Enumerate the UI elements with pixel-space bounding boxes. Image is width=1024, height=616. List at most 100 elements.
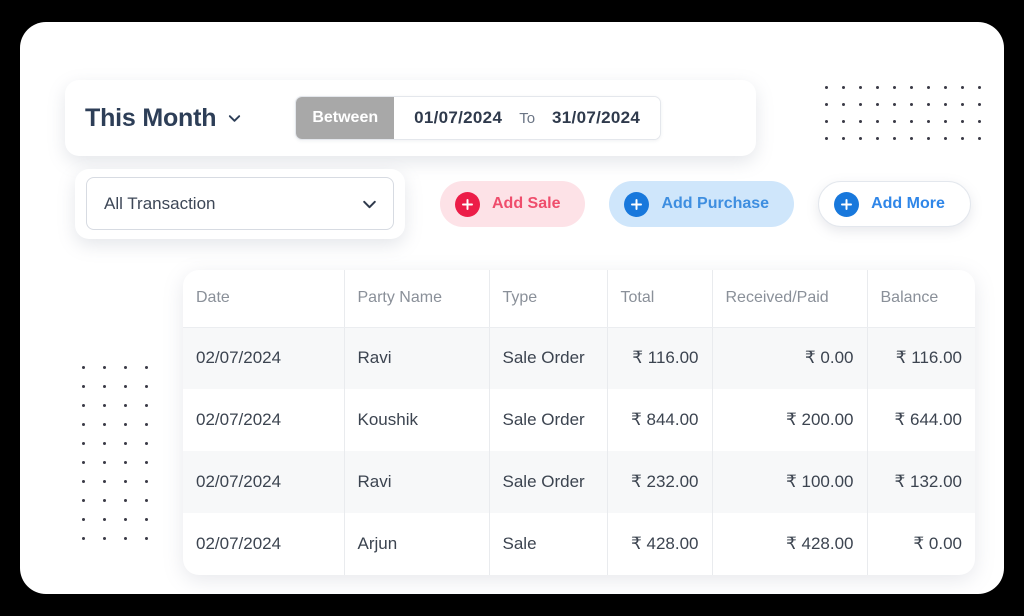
decorative-dot (124, 404, 127, 407)
cell-total: ₹ 428.00 (607, 513, 713, 575)
period-dropdown[interactable]: This Month (79, 100, 248, 137)
decorative-dot (82, 537, 85, 540)
decorative-dot (944, 86, 947, 89)
column-header-received[interactable]: Received/Paid (712, 270, 868, 328)
decorative-dot-grid-top-right (825, 86, 995, 154)
cell-party: Ravi (344, 327, 490, 389)
transactions-table-card: Date Party Name Type Total Received/Paid… (183, 270, 975, 575)
decorative-dot (103, 366, 106, 369)
decorative-dot (82, 366, 85, 369)
plus-circle-icon (624, 191, 650, 217)
cell-balance: ₹ 644.00 (894, 410, 962, 429)
decorative-dot (103, 499, 106, 502)
decorative-dot (876, 103, 879, 106)
cell-received: ₹ 0.00 (712, 327, 868, 389)
decorative-dot (893, 137, 896, 140)
add-more-label: Add More (871, 195, 945, 212)
decorative-dot (825, 120, 828, 123)
column-header-type[interactable]: Type (489, 270, 608, 328)
decorative-dot (124, 442, 127, 445)
table-row[interactable]: 02/07/2024 Koushik Sale Order ₹ 844.00 ₹… (183, 389, 975, 451)
decorative-dot (842, 137, 845, 140)
cell-balance: ₹ 116.00 (867, 327, 975, 389)
add-purchase-label: Add Purchase (661, 195, 770, 212)
column-header-total[interactable]: Total (607, 270, 713, 328)
decorative-dot (82, 423, 85, 426)
decorative-dot (82, 518, 85, 521)
decorative-dot (82, 461, 85, 464)
column-header-date[interactable]: Date (183, 270, 345, 328)
decorative-dot (124, 537, 127, 540)
transactions-table: Date Party Name Type Total Received/Paid… (183, 270, 975, 575)
column-header-party[interactable]: Party Name (344, 270, 490, 328)
chevron-down-icon (361, 196, 376, 211)
decorative-dot (910, 86, 913, 89)
date-from-field[interactable]: 01/07/2024 (414, 108, 502, 128)
column-header-balance[interactable]: Balance (867, 270, 975, 328)
decorative-dot (124, 480, 127, 483)
decorative-dot (103, 423, 106, 426)
cell-received: ₹ 428.00 (712, 513, 868, 575)
decorative-dot (145, 404, 148, 407)
decorative-dot (82, 499, 85, 502)
decorative-dot (145, 461, 148, 464)
decorative-dot (978, 86, 981, 89)
decorative-dot (944, 137, 947, 140)
decorative-dot (961, 137, 964, 140)
table-row[interactable]: 02/07/2024 Ravi Sale Order ₹ 232.00 ₹ 10… (183, 451, 975, 513)
date-filter-panel: This Month Between 01/07/2024 To 31/07/2… (65, 80, 756, 156)
decorative-dot (145, 442, 148, 445)
decorative-dot (124, 461, 127, 464)
cell-type: Sale Order (489, 451, 608, 513)
decorative-dot (825, 103, 828, 106)
cell-balance: ₹ 0.00 (913, 534, 962, 553)
cell-balance: ₹ 132.00 (867, 451, 975, 513)
add-more-button[interactable]: Add More (818, 181, 971, 227)
table-row[interactable]: 02/07/2024 Arjun Sale ₹ 428.00 ₹ 428.00 … (183, 513, 975, 575)
date-range-control[interactable]: Between 01/07/2024 To 31/07/2024 (295, 96, 662, 140)
decorative-dot (842, 86, 845, 89)
date-to-field[interactable]: 31/07/2024 (552, 108, 640, 128)
cell-received: ₹ 200.00 (712, 389, 868, 451)
decorative-dot (961, 103, 964, 106)
app-card: This Month Between 01/07/2024 To 31/07/2… (20, 22, 1004, 594)
decorative-dot (145, 499, 148, 502)
cell-received: ₹ 100.00 (712, 451, 868, 513)
decorative-dot (893, 120, 896, 123)
add-purchase-button[interactable]: Add Purchase (609, 181, 795, 227)
cell-type: Sale Order (489, 389, 608, 451)
between-tag[interactable]: Between (296, 97, 395, 139)
cell-type: Sale Order (489, 327, 608, 389)
transaction-type-select[interactable]: All Transaction (86, 177, 394, 230)
decorative-dot (82, 480, 85, 483)
decorative-dot (82, 404, 85, 407)
chevron-down-icon (227, 111, 242, 126)
add-sale-button[interactable]: Add Sale (440, 181, 586, 227)
decorative-dot (103, 442, 106, 445)
cell-date: 02/07/2024 (183, 513, 345, 575)
cell-type: Sale (489, 513, 608, 575)
decorative-dot (842, 103, 845, 106)
decorative-dot (910, 103, 913, 106)
decorative-dot (910, 137, 913, 140)
table-body: 02/07/2024 Ravi Sale Order ₹ 116.00 ₹ 0.… (183, 327, 975, 575)
decorative-dot (927, 120, 930, 123)
decorative-dot (859, 120, 862, 123)
decorative-dot (825, 137, 828, 140)
cell-date: 02/07/2024 (183, 451, 345, 513)
decorative-dot (859, 137, 862, 140)
decorative-dot (103, 480, 106, 483)
decorative-dot (145, 385, 148, 388)
decorative-dot (927, 86, 930, 89)
table-row[interactable]: 02/07/2024 Ravi Sale Order ₹ 116.00 ₹ 0.… (183, 327, 975, 389)
decorative-dot (103, 518, 106, 521)
decorative-dot (961, 120, 964, 123)
decorative-dot (124, 499, 127, 502)
decorative-dot (978, 120, 981, 123)
decorative-dot (103, 404, 106, 407)
decorative-dot (82, 385, 85, 388)
decorative-dot (145, 480, 148, 483)
decorative-dot (927, 137, 930, 140)
decorative-dot (893, 103, 896, 106)
cell-total: ₹ 844.00 (607, 389, 713, 451)
